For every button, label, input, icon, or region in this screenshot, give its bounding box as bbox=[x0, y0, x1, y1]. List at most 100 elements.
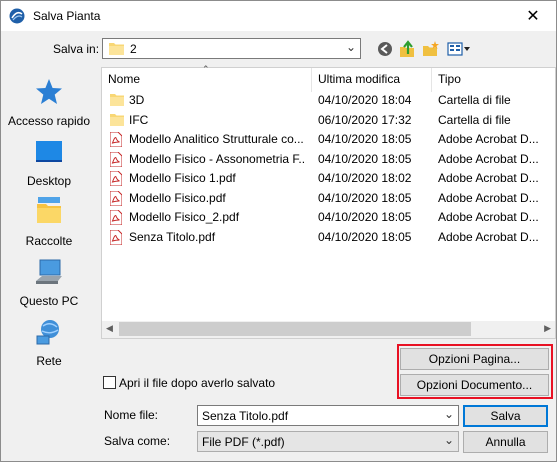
file-date: 04/10/2020 18:05 bbox=[318, 229, 412, 244]
file-row[interactable]: 3D 04/10/2020 18:04 Cartella di file bbox=[102, 91, 552, 110]
file-type: Adobe Acrobat D... bbox=[438, 210, 539, 224]
file-row[interactable]: Senza Titolo.pdf 04/10/2020 18:05 Adobe Ac… bbox=[102, 228, 552, 247]
pdf-file-icon bbox=[109, 170, 124, 187]
file-date: 04/10/2020 18:05 bbox=[318, 151, 412, 166]
file-type: Adobe Acrobat D... bbox=[438, 151, 539, 166]
chevron-down-icon: ⌄ bbox=[443, 433, 454, 447]
view-menu-icon bbox=[447, 42, 470, 56]
file-row[interactable]: IFC 06/10/2020 17:32 Cartella di file bbox=[102, 111, 552, 130]
window-title: Salva Pianta bbox=[33, 9, 101, 23]
place-label: Questo PC bbox=[19, 294, 79, 308]
close-button[interactable]: ✕ bbox=[510, 1, 556, 31]
cancel-button[interactable]: Annulla bbox=[463, 431, 548, 453]
place-label: Raccolte bbox=[25, 234, 73, 248]
filename-value: Senza Titolo.pdf bbox=[202, 409, 289, 423]
scroll-left-icon[interactable]: ◀ bbox=[106, 323, 113, 334]
document-options-button[interactable]: Opzioni Documento... bbox=[400, 374, 549, 396]
open-after-save-label: Apri il file dopo averlo salvato bbox=[119, 376, 276, 390]
scrollbar-thumb[interactable] bbox=[119, 322, 471, 336]
file-name: Modello Fisico.pdf bbox=[129, 190, 226, 205]
file-type: Adobe Acrobat D... bbox=[438, 190, 539, 205]
filename-input[interactable]: Senza Titolo.pdf ⌄ bbox=[197, 405, 459, 426]
computer-icon bbox=[36, 259, 62, 284]
filetype-label: Salva come: bbox=[104, 434, 171, 448]
file-type: Cartella di file bbox=[438, 112, 511, 127]
file-type: Cartella di file bbox=[438, 93, 511, 107]
folder-icon bbox=[110, 93, 124, 108]
folder-icon bbox=[109, 43, 124, 55]
lookin-dropdown[interactable]: 2 ⌄ bbox=[102, 38, 361, 59]
file-date: 04/10/2020 18:05 bbox=[318, 132, 412, 146]
column-header-name[interactable]: Nome bbox=[108, 68, 140, 90]
file-row[interactable]: Modello Fisico.pdf 04/10/2020 18:05 Adobe … bbox=[102, 189, 552, 208]
file-name: Senza Titolo.pdf bbox=[129, 229, 216, 244]
file-date: 04/10/2020 18:05 bbox=[318, 210, 412, 224]
pdf-file-icon bbox=[109, 190, 124, 206]
file-name: IFC bbox=[129, 112, 149, 127]
horizontal-scrollbar[interactable]: ◀ ▶ bbox=[102, 321, 555, 338]
up-folder-icon bbox=[400, 40, 414, 57]
place-label: Accesso rapido bbox=[7, 114, 91, 128]
filetype-value: File PDF (*.pdf) bbox=[202, 435, 285, 449]
back-arrow-icon bbox=[378, 42, 392, 56]
column-header-date[interactable]: Ultima modifica bbox=[318, 68, 400, 90]
file-date: 06/10/2020 17:32 bbox=[318, 112, 412, 127]
back-button[interactable] bbox=[375, 39, 395, 59]
up-folder-button[interactable] bbox=[398, 39, 418, 59]
network-icon bbox=[36, 320, 59, 345]
close-icon: ✕ bbox=[526, 8, 540, 25]
file-name: Modello Fisico 1.pdf bbox=[129, 171, 236, 185]
lookin-value: 2 bbox=[130, 42, 137, 56]
places-bar: Accesso rapido Desktop Raccolte Questo P… bbox=[4, 67, 94, 368]
scroll-right-icon[interactable]: ▶ bbox=[544, 323, 551, 334]
sort-ascending-icon: ⌃ bbox=[202, 64, 210, 74]
new-folder-icon bbox=[423, 41, 439, 56]
folder-icon bbox=[110, 113, 124, 128]
place-libraries[interactable]: Raccolte bbox=[4, 195, 94, 248]
file-row[interactable]: Modello Fisico 1.pdf 04/10/2020 18:02 Adob… bbox=[102, 169, 552, 188]
new-folder-button[interactable] bbox=[421, 39, 441, 59]
file-type: Adobe Acrobat D... bbox=[438, 171, 539, 185]
file-date: 04/10/2020 18:02 bbox=[318, 171, 412, 185]
filetype-dropdown[interactable]: File PDF (*.pdf) ⌄ bbox=[197, 431, 459, 452]
desktop-icon bbox=[36, 141, 62, 162]
pdf-file-icon bbox=[109, 131, 124, 148]
chevron-down-icon[interactable]: ⌄ bbox=[444, 407, 454, 421]
star-icon bbox=[36, 79, 62, 104]
place-label: Rete bbox=[36, 354, 62, 368]
app-icon bbox=[9, 8, 25, 24]
file-type: Adobe Acrobat D... bbox=[438, 132, 539, 146]
file-name: Modello Analitico Strutturale co... bbox=[129, 132, 304, 146]
title-bar: Salva Pianta ✕ bbox=[1, 1, 556, 31]
file-list[interactable]: ⌃ Nome Ultima modifica Tipo 3D 04/10/2020… bbox=[101, 64, 556, 339]
file-date: 04/10/2020 18:04 bbox=[318, 93, 412, 107]
pdf-file-icon bbox=[109, 229, 124, 245]
pdf-file-icon bbox=[109, 151, 124, 167]
save-button[interactable]: Salva bbox=[463, 405, 548, 427]
open-after-save-checkbox[interactable] bbox=[103, 376, 116, 389]
column-header-type[interactable]: Tipo bbox=[438, 68, 461, 90]
pdf-file-icon bbox=[109, 209, 124, 226]
page-options-button[interactable]: Opzioni Pagina... bbox=[400, 348, 549, 370]
file-row[interactable]: Modello Analitico Strutturale co... 04/10… bbox=[102, 130, 552, 149]
view-menu-button[interactable] bbox=[446, 39, 472, 59]
place-this-pc[interactable]: Questo PC bbox=[4, 257, 94, 308]
place-desktop[interactable]: Desktop bbox=[4, 137, 94, 188]
libraries-icon bbox=[37, 197, 61, 223]
chevron-down-icon: ⌄ bbox=[345, 40, 356, 54]
place-quick-access[interactable]: Accesso rapido bbox=[4, 77, 94, 128]
file-date: 04/10/2020 18:05 bbox=[318, 190, 412, 205]
place-network[interactable]: Rete bbox=[4, 317, 94, 368]
lookin-label: Salva in: bbox=[53, 42, 100, 56]
save-dialog: Salva Pianta ✕ Salva in: 2 ⌄ Accesso rap… bbox=[0, 0, 557, 462]
file-name: Modello Fisico - Assonometria F... bbox=[129, 151, 305, 166]
file-row[interactable]: Modello Fisico - Assonometria F... 04/10/… bbox=[102, 150, 552, 169]
column-divider[interactable] bbox=[431, 68, 432, 92]
file-type: Adobe Acrobat D... bbox=[438, 229, 539, 244]
file-row[interactable]: Modello Fisico_2.pdf 04/10/2020 18:05 Adob… bbox=[102, 208, 552, 227]
file-name: Modello Fisico_2.pdf bbox=[129, 210, 240, 224]
place-label: Desktop bbox=[26, 174, 72, 188]
file-name: 3D bbox=[129, 93, 145, 107]
column-divider[interactable] bbox=[311, 68, 312, 92]
filename-label: Nome file: bbox=[104, 408, 159, 422]
